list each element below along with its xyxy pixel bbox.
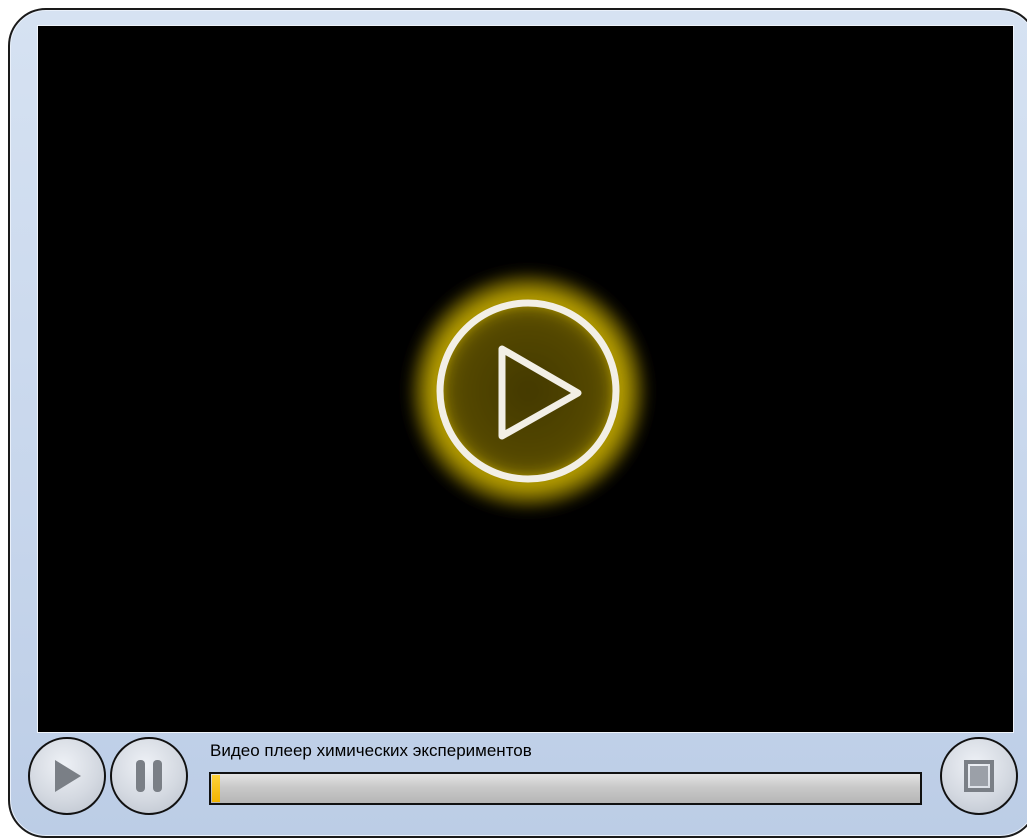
video-screen[interactable] — [37, 25, 1014, 733]
center-play-button[interactable] — [398, 261, 658, 521]
progress-fill — [212, 775, 220, 802]
play-icon — [55, 760, 81, 792]
pause-icon — [136, 760, 162, 792]
pause-button[interactable] — [110, 737, 188, 815]
video-title: Видео плеер химических экспериментов — [210, 741, 532, 760]
play-button[interactable] — [28, 737, 106, 815]
stop-icon — [964, 760, 994, 792]
stop-button[interactable] — [940, 737, 1018, 815]
play-circle-icon — [403, 266, 653, 516]
progress-bar[interactable] — [209, 772, 922, 805]
